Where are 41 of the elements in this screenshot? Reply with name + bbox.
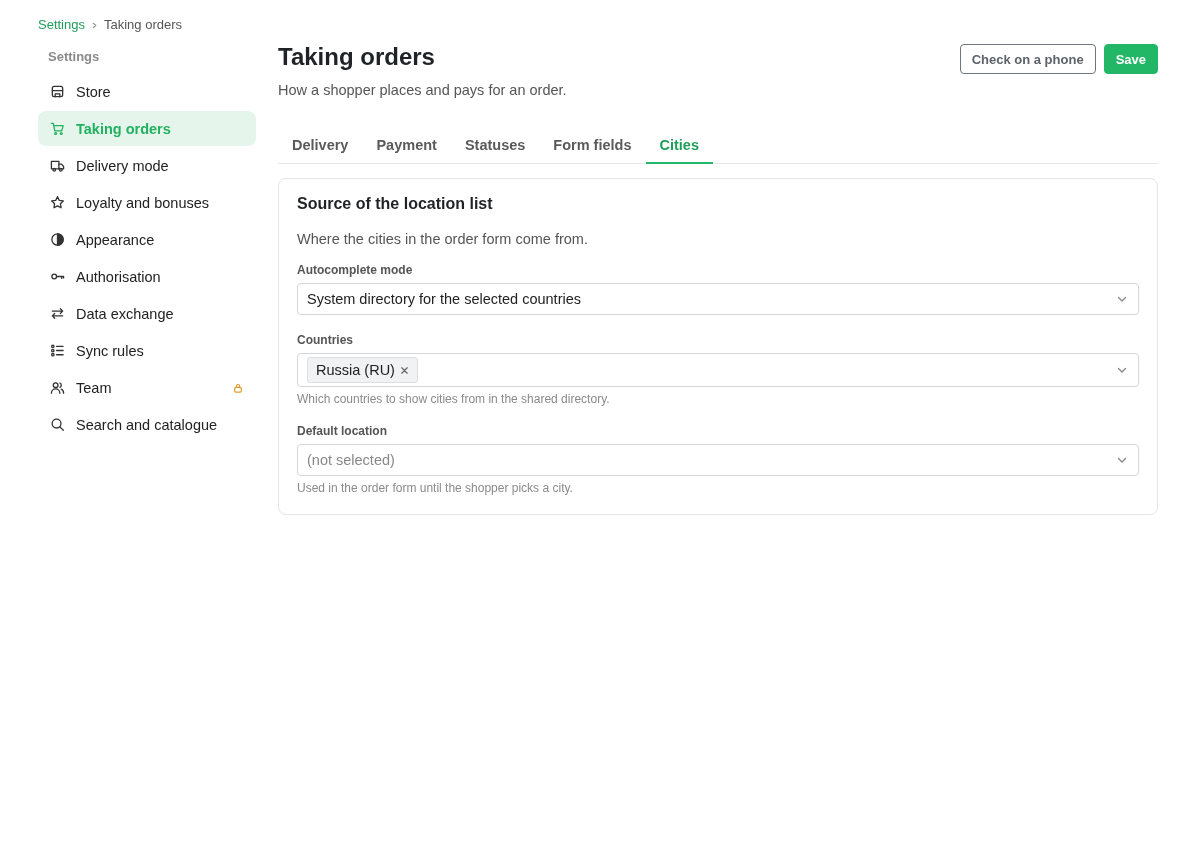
tab[interactable]: Payment (362, 127, 451, 164)
sidebar-item[interactable]: Loyalty and bonuses (38, 185, 256, 220)
page-title: Taking orders (278, 44, 436, 70)
star-icon (50, 195, 65, 210)
list-icon (50, 343, 65, 358)
field-label: Countries (297, 332, 354, 348)
card-description: Where the cities in the order form come from. (297, 230, 589, 249)
page-subtitle: How a shopper places and pays for an order. (278, 81, 567, 100)
sidebar-item[interactable]: Data exchange (38, 296, 256, 331)
field-label: Default location (297, 423, 388, 439)
close-icon[interactable] (399, 365, 409, 375)
chevron-right-icon (91, 21, 98, 29)
sidebar-item[interactable]: Delivery mode (38, 148, 256, 183)
sidebar-item[interactable]: Store (38, 74, 256, 109)
card-title: Source of the location list (297, 194, 494, 214)
sidebar-item[interactable]: Search and catalogue (38, 407, 256, 442)
people-icon (50, 380, 65, 395)
sidebar-item[interactable]: Sync rules (38, 333, 256, 368)
select-field[interactable]: (not selected) (297, 444, 1139, 476)
tab[interactable]: Form fields (539, 127, 646, 164)
field-label: Autocomplete mode (297, 262, 414, 278)
field-hint: Used in the order form until the shopper picks a city. (297, 481, 574, 495)
field-hint: Which countries to show cities from in the shared directory. (297, 392, 611, 406)
tab[interactable]: Statuses (450, 127, 540, 164)
sidebar-heading: Settings (47, 48, 101, 66)
contrast-icon (50, 232, 65, 247)
sidebar-item[interactable]: Appearance (38, 222, 256, 257)
breadcrumb-current: Taking orders (104, 16, 183, 34)
multi-select-field[interactable]: Russia (RU) (297, 353, 1139, 387)
country-tag: Russia (RU) (307, 357, 418, 383)
sidebar-item[interactable]: Team (38, 370, 256, 405)
breadcrumb-link[interactable]: Settings (38, 16, 85, 34)
search-icon (50, 417, 65, 432)
sidebar-item[interactable]: Authorisation (38, 259, 256, 294)
store-icon (50, 84, 65, 99)
swap-arrows-icon (50, 306, 65, 321)
tab[interactable]: Delivery (278, 127, 363, 164)
select-field[interactable]: System directory for the selected countries (297, 283, 1139, 315)
cart-icon (50, 121, 65, 136)
preview-button[interactable]: Check on a phone (959, 44, 1096, 74)
truck-icon (50, 158, 65, 173)
